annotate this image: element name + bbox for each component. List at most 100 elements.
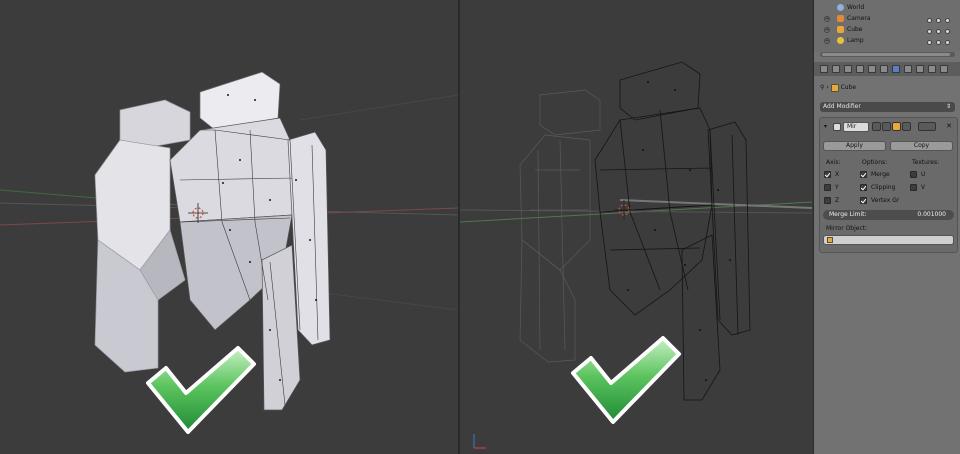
checkbox-box[interactable] — [824, 197, 831, 204]
visibility-toggles[interactable] — [927, 16, 955, 23]
arrow-cursor-icon[interactable] — [936, 18, 941, 23]
properties-tabs — [814, 62, 960, 76]
axis-gizmo-icon — [473, 434, 486, 449]
checkbox-label: U — [921, 171, 926, 178]
object-icon — [827, 237, 833, 243]
realtime-display-icon[interactable] — [872, 122, 881, 131]
outliner-label: Cube — [847, 26, 863, 33]
eye-icon[interactable] — [927, 40, 932, 45]
viewport-left-solid[interactable] — [0, 0, 458, 454]
checkbox-box[interactable] — [860, 197, 867, 204]
outliner-row-camera[interactable]: + Camera — [814, 13, 960, 24]
checkbox-box[interactable] — [860, 184, 867, 191]
constraints-tab-icon[interactable] — [880, 65, 888, 73]
merge-limit-field[interactable]: Merge Limit: 0.001000 — [823, 210, 954, 220]
merge-limit-value: 0.001000 — [917, 211, 946, 218]
checkbox-label: X — [835, 171, 840, 178]
camera-render-icon[interactable] — [945, 29, 950, 34]
axis-z-checkbox[interactable]: Z — [824, 196, 839, 206]
properties-panel: World + Camera + Cube + Lamp ⚲ › Cube Ad… — [813, 0, 960, 454]
modifier-header: ▾ Mir ✕ — [822, 121, 954, 133]
texture-v-checkbox[interactable]: V — [910, 183, 925, 193]
texture-tab-icon[interactable] — [928, 65, 936, 73]
context-breadcrumb: ⚲ › Cube — [820, 83, 856, 93]
clipping-checkbox[interactable]: Clipping — [860, 183, 895, 193]
add-modifier-label: Add Modifier — [823, 103, 861, 110]
merge-checkbox[interactable]: Merge — [860, 170, 890, 180]
checkmark-icon — [571, 336, 681, 424]
particles-tab-icon[interactable] — [940, 65, 948, 73]
checkbox-box[interactable] — [860, 171, 867, 178]
move-up-down-icon[interactable] — [918, 122, 936, 131]
outliner-label: Camera — [847, 15, 871, 22]
outliner-scrollbar[interactable] — [820, 52, 955, 57]
cage-display-icon[interactable] — [902, 122, 911, 131]
axis-y-checkbox[interactable]: Y — [824, 183, 839, 193]
close-icon[interactable]: ✕ — [946, 122, 952, 130]
apply-button[interactable]: Apply — [823, 141, 886, 151]
render-display-icon[interactable] — [882, 122, 891, 131]
data-tab-icon[interactable] — [904, 65, 912, 73]
expand-toggle-icon[interactable]: + — [824, 16, 830, 22]
checkbox-box[interactable] — [824, 171, 831, 178]
mirror-object-label: Mirror Object: — [826, 225, 868, 232]
modifiers-tab-icon[interactable] — [892, 65, 900, 73]
mirror-modifier-icon — [833, 123, 841, 131]
copy-button[interactable]: Copy — [890, 141, 953, 151]
mirror-object-field[interactable] — [823, 235, 954, 245]
arrow-cursor-icon[interactable] — [936, 29, 941, 34]
expand-toggle-icon[interactable]: + — [824, 27, 830, 33]
cube-icon — [830, 83, 839, 92]
3d-cursor-icon — [614, 200, 634, 220]
eye-icon[interactable] — [927, 29, 932, 34]
outliner-label: World — [847, 4, 865, 11]
checkbox-label: V — [921, 184, 926, 191]
outliner-row-world[interactable]: World — [814, 2, 960, 13]
material-tab-icon[interactable] — [916, 65, 924, 73]
checkbox-box[interactable] — [910, 184, 917, 191]
checkmark-icon — [146, 346, 256, 434]
add-modifier-dropdown[interactable]: Add Modifier ⇕ — [820, 102, 955, 112]
axis-x-checkbox[interactable]: X — [824, 170, 839, 180]
camera-render-icon[interactable] — [945, 40, 950, 45]
checkbox-label: Y — [835, 184, 839, 191]
options-header: Options: — [862, 159, 888, 166]
checkbox-label: Merge — [871, 171, 890, 178]
render-layers-tab-icon[interactable] — [832, 65, 840, 73]
object-tab-icon[interactable] — [868, 65, 876, 73]
outliner-row-cube[interactable]: + Cube — [814, 24, 960, 35]
context-object-name: Cube — [840, 84, 857, 91]
outliner: World + Camera + Cube + Lamp — [814, 0, 960, 52]
eye-icon[interactable] — [927, 18, 932, 23]
viewport-right-wireframe[interactable] — [460, 0, 812, 454]
checkbox-label: Vertex Gr — [871, 197, 900, 204]
visibility-toggles[interactable] — [927, 27, 955, 34]
checkbox-label: Z — [835, 197, 840, 204]
checkbox-label: Clipping — [871, 184, 896, 191]
wireframe-mesh-render — [460, 61, 812, 449]
scene-tab-icon[interactable] — [844, 65, 852, 73]
blender-window: World + Camera + Cube + Lamp ⚲ › Cube Ad… — [0, 0, 960, 454]
modifier-name-field[interactable]: Mir — [843, 122, 869, 132]
texture-u-checkbox[interactable]: U — [910, 170, 925, 180]
outliner-row-lamp[interactable]: + Lamp — [814, 35, 960, 46]
merge-limit-label: Merge Limit: — [829, 211, 867, 218]
expand-toggle-icon[interactable]: + — [824, 38, 830, 44]
mirror-modifier-panel: ▾ Mir ✕ Apply Copy Axis: Options: Textur… — [819, 117, 958, 253]
world-tab-icon[interactable] — [856, 65, 864, 73]
world-icon — [837, 4, 844, 11]
checkbox-box[interactable] — [910, 171, 917, 178]
checkbox-box[interactable] — [824, 184, 831, 191]
lamp-icon — [837, 37, 844, 44]
vertex-groups-checkbox[interactable]: Vertex Gr — [860, 196, 899, 206]
render-tab-icon[interactable] — [820, 65, 828, 73]
visibility-toggles[interactable] — [927, 38, 955, 45]
editmode-display-icon[interactable] — [892, 122, 901, 131]
dropdown-arrow-icon: ⇕ — [945, 103, 951, 110]
axis-header: Axis: — [826, 159, 841, 166]
pin-icon[interactable]: ⚲ — [820, 84, 824, 91]
arrow-cursor-icon[interactable] — [936, 40, 941, 45]
camera-render-icon[interactable] — [945, 18, 950, 23]
collapse-chevron-icon[interactable]: ▾ — [824, 123, 827, 130]
breadcrumb-arrow: › — [826, 84, 829, 91]
